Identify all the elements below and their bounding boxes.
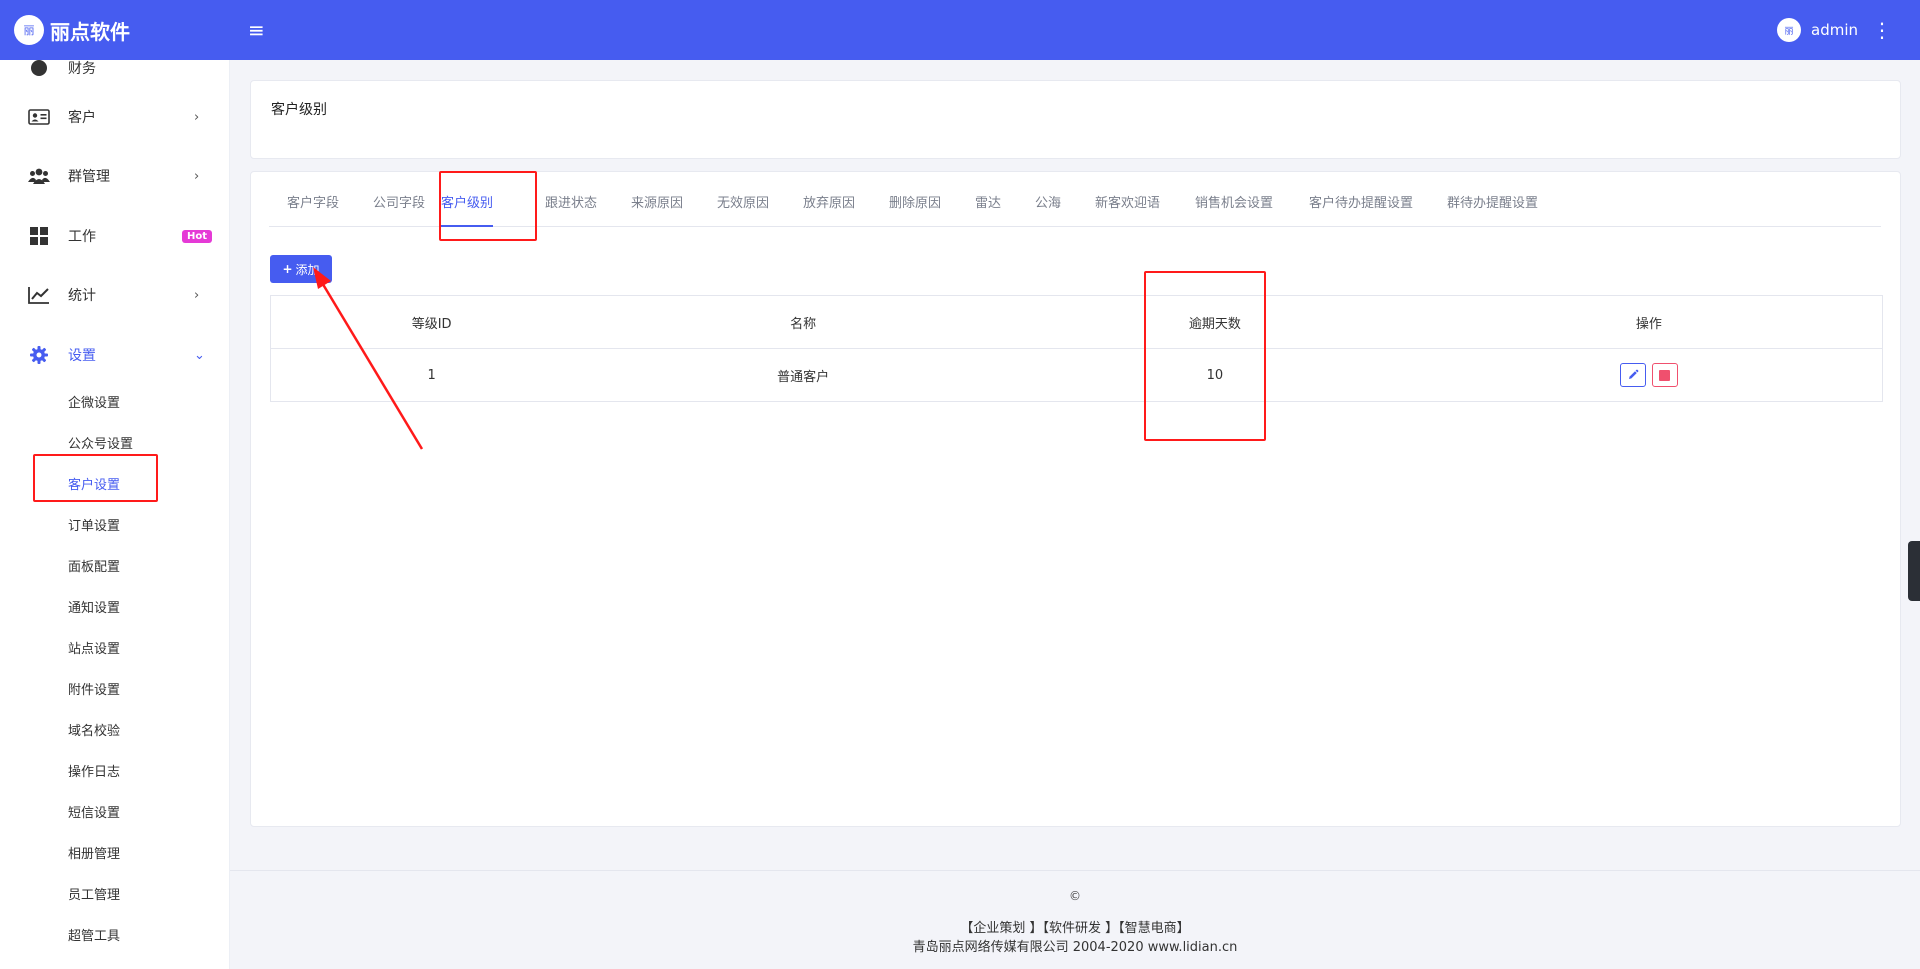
sidebar-subitem-staff-management[interactable]: 员工管理 <box>68 884 120 903</box>
grid-icon <box>28 226 50 246</box>
tab-welcome-message[interactable]: 新客欢迎语 <box>1095 187 1160 227</box>
id-card-icon <box>28 107 50 127</box>
sidebar-item-group-management[interactable]: 群管理 › <box>0 164 229 188</box>
tab-customer-todo-reminder[interactable]: 客户待办提醒设置 <box>1309 187 1413 227</box>
tab-public-pool[interactable]: 公海 <box>1035 187 1061 227</box>
copyright-symbol: © <box>1069 889 1081 903</box>
menu-toggle-icon[interactable]: ≡ <box>248 18 265 42</box>
cell-level-id: 1 <box>270 348 593 402</box>
line-chart-icon <box>28 285 50 305</box>
sidebar-subitem-operation-log[interactable]: 操作日志 <box>68 761 120 780</box>
sidebar-item-label: 工作 <box>68 229 96 245</box>
customer-level-table: 等级ID 名称 逾期天数 操作 1 普通客户 10 <box>270 295 1883 402</box>
row-actions <box>1619 363 1678 387</box>
logo[interactable]: 丽 丽点软件 <box>14 15 130 45</box>
sidebar: 财务 客户 › 群管理 › 工作 Hot 统计 › 设置 ⌄ 企微设置 公众号设… <box>0 60 230 969</box>
user-name[interactable]: admin <box>1811 21 1858 39</box>
sidebar-item-label: 统计 <box>68 288 96 304</box>
sidebar-item-statistics[interactable]: 统计 › <box>0 283 229 307</box>
sidebar-item-finance[interactable]: 财务 <box>0 60 229 80</box>
circle-icon <box>28 60 50 78</box>
tab-follow-status[interactable]: 跟进状态 <box>545 187 597 227</box>
pencil-icon <box>1628 369 1639 379</box>
column-header-level-id: 等级ID <box>270 295 593 349</box>
cell-name: 普通客户 <box>592 348 1014 402</box>
chevron-right-icon: › <box>194 109 200 125</box>
tab-customer-fields[interactable]: 客户字段 <box>287 187 339 227</box>
add-button[interactable]: + 添加 <box>270 255 332 283</box>
sidebar-subitem-sms-settings[interactable]: 短信设置 <box>68 802 120 821</box>
tab-delete-reason[interactable]: 删除原因 <box>889 187 941 227</box>
plus-icon: + <box>282 262 293 276</box>
logo-badge-icon: 丽 <box>14 15 44 45</box>
hot-badge: Hot <box>182 229 213 243</box>
tab-sales-opportunity-settings[interactable]: 销售机会设置 <box>1195 187 1273 227</box>
sidebar-item-label: 财务 <box>68 61 96 77</box>
users-icon <box>28 166 50 186</box>
sidebar-item-settings[interactable]: 设置 ⌄ <box>0 343 229 367</box>
sidebar-subitem-wecom-settings[interactable]: 企微设置 <box>68 392 120 411</box>
footer-company: 青岛丽点网络传媒有限公司 2004-2020 www.lidian.cn <box>912 940 1238 955</box>
sidebar-item-customer[interactable]: 客户 › <box>0 105 229 129</box>
logo-text: 丽点软件 <box>50 19 130 44</box>
sidebar-item-label: 客户 <box>68 110 96 126</box>
tab-group-todo-reminder[interactable]: 群待办提醒设置 <box>1447 187 1538 227</box>
sidebar-subitem-order-settings[interactable]: 订单设置 <box>68 515 120 534</box>
page-title: 客户级别 <box>271 102 327 118</box>
column-header-overdue-days: 逾期天数 <box>1014 295 1416 349</box>
sidebar-item-label: 设置 <box>68 348 96 364</box>
gear-icon <box>28 345 50 365</box>
sidebar-item-label: 群管理 <box>68 169 110 185</box>
sidebar-subitem-notification-settings[interactable]: 通知设置 <box>68 597 120 616</box>
tab-radar[interactable]: 雷达 <box>975 187 1001 227</box>
tab-abandon-reason[interactable]: 放弃原因 <box>803 187 855 227</box>
sidebar-subitem-panel-config[interactable]: 面板配置 <box>68 556 120 575</box>
sidebar-subitem-site-settings[interactable]: 站点设置 <box>68 638 120 657</box>
sidebar-subitem-admin-tools[interactable]: 超管工具 <box>68 925 120 944</box>
add-button-label: 添加 <box>295 262 320 277</box>
tab-customer-level[interactable]: 客户级别 <box>441 187 494 227</box>
footer: © 【企业策划 】【软件研发 】【智慧电商】 青岛丽点网络传媒有限公司 2004… <box>230 870 1920 969</box>
avatar[interactable]: 丽 <box>1777 18 1801 42</box>
sidebar-subitem-album-management[interactable]: 相册管理 <box>68 843 120 862</box>
stop-square-icon <box>1659 369 1671 381</box>
page-title-card: 客户级别 <box>250 80 1901 159</box>
settings-tabs: 客户字段 公司字段 客户级别 跟进状态 来源原因 无效原因 放弃原因 删除原因 … <box>269 187 1881 227</box>
cell-actions <box>1415 348 1883 402</box>
delete-button[interactable] <box>1651 363 1678 387</box>
column-header-actions: 操作 <box>1415 295 1883 349</box>
table-header-row: 等级ID 名称 逾期天数 操作 <box>270 295 1883 349</box>
tab-company-fields[interactable]: 公司字段 <box>373 187 425 227</box>
tab-invalid-reason[interactable]: 无效原因 <box>717 187 769 227</box>
more-vertical-icon[interactable]: ⋮ <box>1872 20 1892 40</box>
table-row: 1 普通客户 10 <box>270 348 1883 402</box>
column-header-name: 名称 <box>592 295 1014 349</box>
chevron-right-icon: › <box>194 168 200 184</box>
chevron-down-icon: ⌄ <box>194 347 205 363</box>
tab-source-reason[interactable]: 来源原因 <box>631 187 683 227</box>
cell-overdue-days: 10 <box>1014 348 1416 402</box>
sidebar-subitem-attachment-settings[interactable]: 附件设置 <box>68 679 120 698</box>
sidebar-subitem-customer-settings[interactable]: 客户设置 <box>68 474 120 493</box>
sidebar-subitem-domain-verification[interactable]: 域名校验 <box>68 720 120 739</box>
footer-links[interactable]: 【企业策划 】【软件研发 】【智慧电商】 <box>230 917 1920 936</box>
side-panel-handle[interactable] <box>1908 541 1920 601</box>
sidebar-item-work[interactable]: 工作 Hot <box>0 224 229 248</box>
sidebar-subitem-official-account-settings[interactable]: 公众号设置 <box>68 433 133 452</box>
chevron-right-icon: › <box>194 287 200 303</box>
edit-button[interactable] <box>1619 363 1646 387</box>
top-header: 丽 丽点软件 ≡ 丽 admin ⋮ <box>0 0 1920 60</box>
content-card: 客户字段 公司字段 客户级别 跟进状态 来源原因 无效原因 放弃原因 删除原因 … <box>250 171 1901 827</box>
user-menu[interactable]: 丽 admin ⋮ <box>1777 18 1892 42</box>
